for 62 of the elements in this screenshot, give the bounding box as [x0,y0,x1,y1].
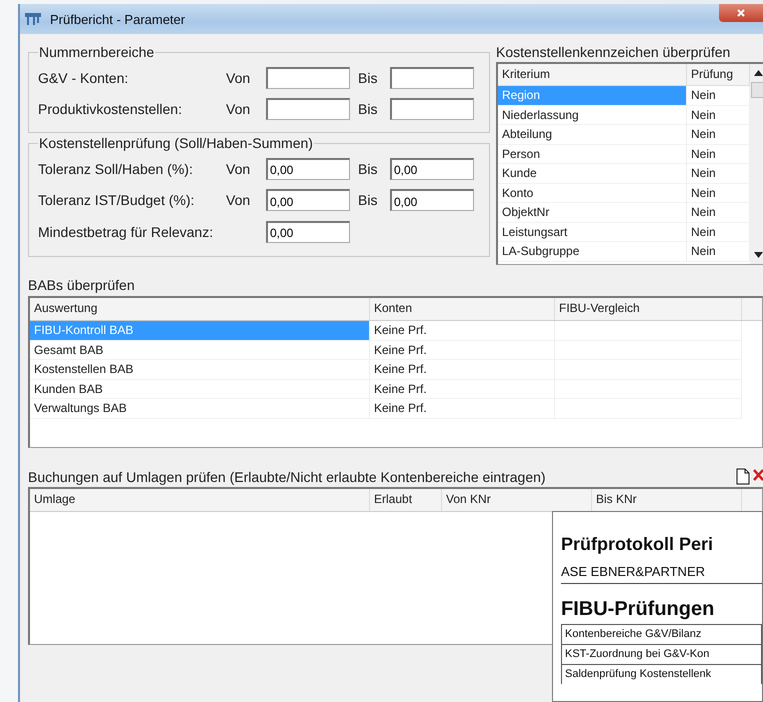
field-label: Toleranz IST/Budget (%): [38,192,196,208]
table-cell[interactable]: Gesamt BAB [30,340,370,360]
field-label: Von [226,160,252,177]
field-label: Mindestbetrag für Relevanz: [38,224,214,240]
report-title: Prüfprotokoll Peri [561,534,714,555]
input-field[interactable]: 0,00 [390,158,474,180]
table-cell: Saldenprüfung Kostenstellenk [562,664,762,684]
input-field[interactable] [266,66,350,88]
input-field[interactable] [266,98,350,120]
input-field[interactable]: 0,00 [390,189,474,212]
table-cell[interactable]: Verwaltungs BAB [30,399,370,418]
table-cell[interactable]: Kunden BAB [30,380,370,399]
table-cell[interactable]: Abteilung [498,125,687,144]
new-document-icon[interactable] [736,468,750,485]
field-label: Bis [357,100,378,116]
section-title: Kostenstellenkennzeichen überprüfen [496,44,732,60]
window-title: Prüfbericht - Parameter [50,12,186,26]
column-header[interactable]: Konten [370,298,555,320]
table-cell: Kontenbereiche G&V/Bilanz [562,624,762,644]
field-label: Toleranz Soll/Haben (%): [38,160,194,177]
column-header[interactable]: Erlaubt [370,489,442,511]
column-header[interactable]: Kriterium [498,64,687,85]
table-cell[interactable]: LA-Subgruppe [498,242,687,262]
input-field[interactable] [390,98,474,120]
company-name: ASE EBNER&PARTNER [561,564,762,584]
field-label: Von [226,100,252,116]
column-header[interactable]: Umlage [30,489,370,511]
section-heading: FIBU-Prüfungen [561,598,716,621]
field-label: Bis [357,70,378,86]
input-field[interactable]: 0,00 [266,189,350,212]
close-icon[interactable] [736,8,746,18]
field-label: Von [226,192,252,208]
app-icon [24,12,42,26]
field-label: Bis [357,192,378,208]
input-field[interactable] [390,66,474,88]
input-field[interactable]: 0,00 [266,158,350,180]
field-label: Bis [357,160,378,177]
group-title: Nummernbereiche [38,44,156,60]
section-title: BABs überprüfen [28,277,136,293]
table-cell: KST-Zuordnung bei G&V-Kon [562,644,762,664]
table-cell[interactable]: ObjektNr [498,203,687,222]
input-field[interactable]: 0,00 [266,220,350,243]
table-cell[interactable]: Kostenstellen BAB [30,360,370,380]
column-header[interactable]: Auswertung [30,298,370,320]
table-cell: Keine Prf. [370,380,555,399]
column-header[interactable]: FIBU-Vergleich [555,298,742,320]
table-cell[interactable]: Kunde [498,164,687,184]
table-cell[interactable]: Person [498,144,687,164]
field-label: G&V - Konten: [38,70,130,86]
table-cell: Keine Prf. [370,321,555,340]
scroll-bar[interactable] [750,64,763,264]
table-cell: Keine Prf. [370,399,555,418]
section-title: Buchungen auf Umlagen prüfen (Erlaubte/Nicht erlaubte Kontenbereiche eintragen) [28,469,546,485]
table-cell: Keine Prf. [370,340,555,360]
table-cell[interactable]: Leistungsart [498,222,687,242]
field-label: Produktivkostenstellen: [38,100,183,116]
table-cell[interactable]: Konto [498,184,687,203]
group-title: Kostenstellenprüfung (Soll/Haben-Summen) [38,135,314,151]
field-label: Von [226,70,252,86]
close-button[interactable] [719,4,763,22]
table-cell[interactable]: Niederlassung [498,106,687,125]
table-cell: Keine Prf. [370,360,555,380]
